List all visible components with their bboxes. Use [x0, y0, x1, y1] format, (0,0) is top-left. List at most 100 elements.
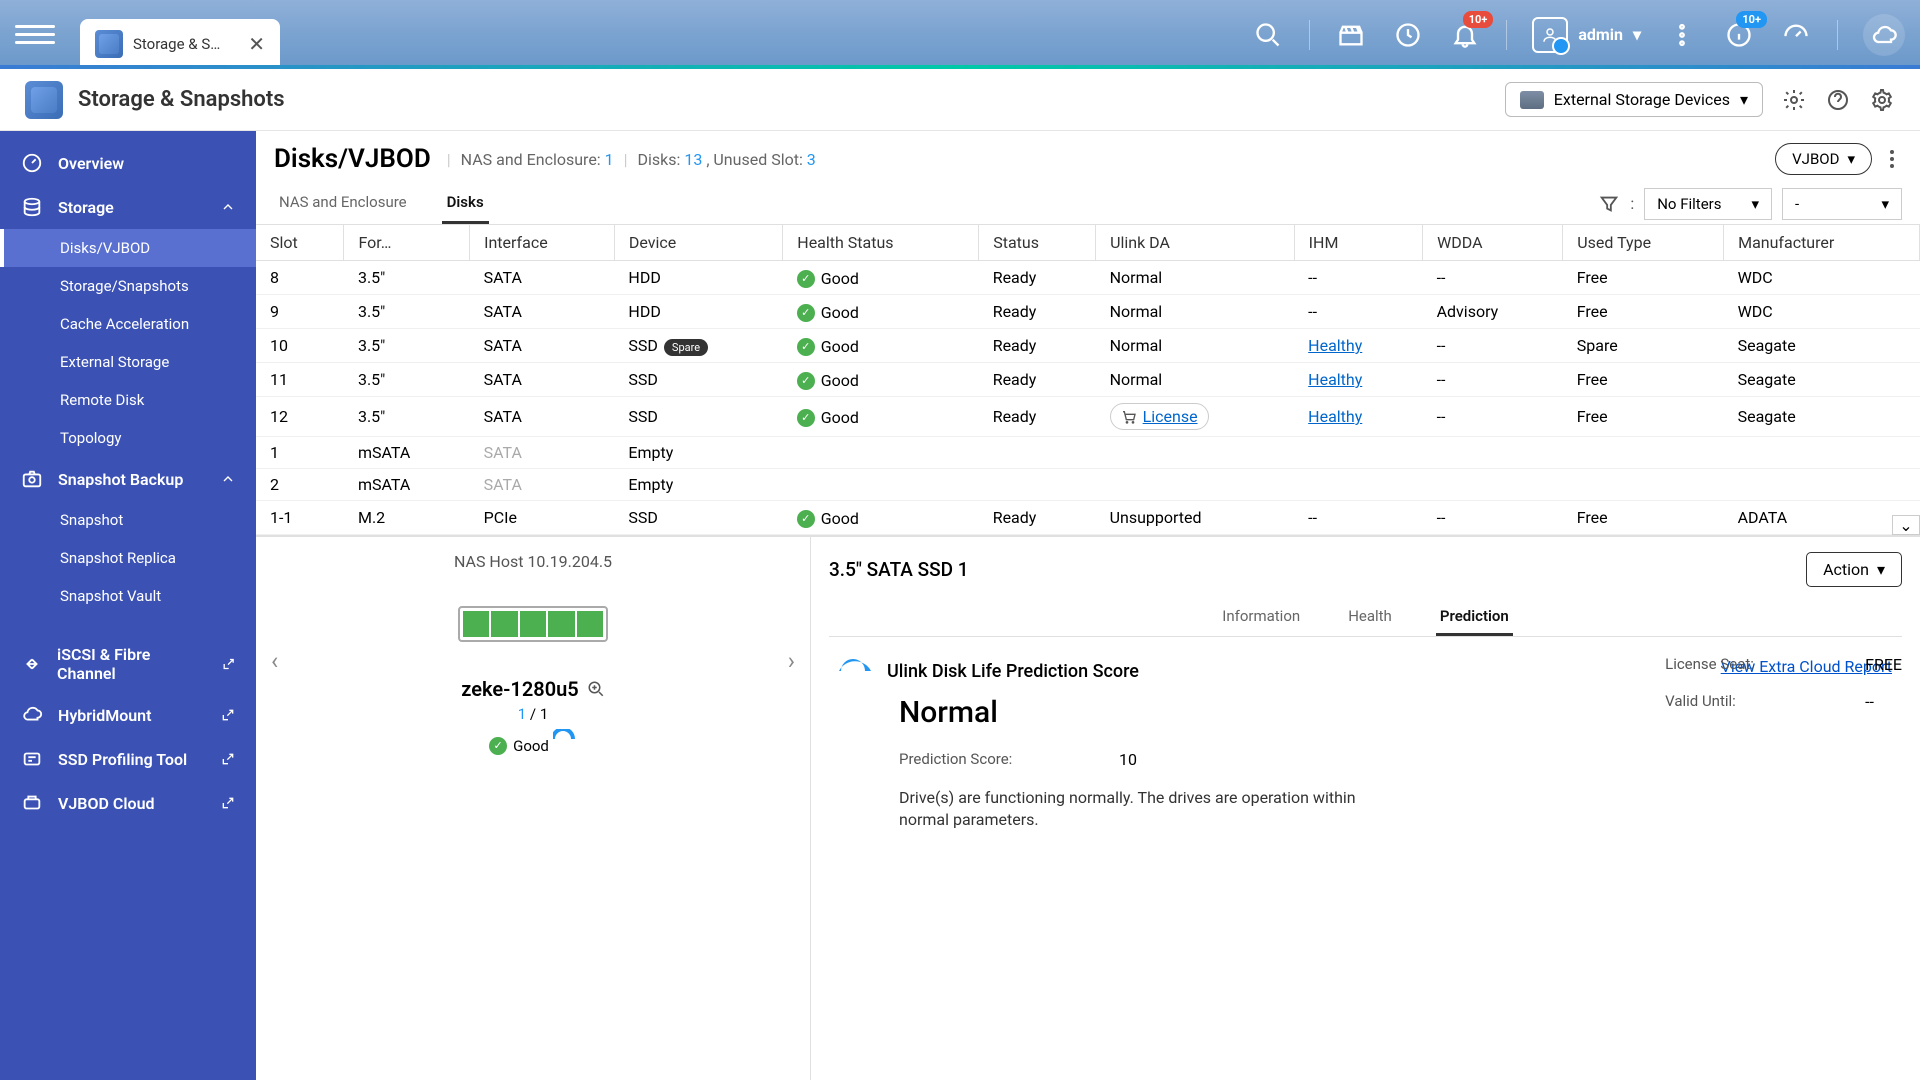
table-row[interactable]: 103.5"SATASSDSpare✓GoodReadyNormalHealth…	[256, 329, 1920, 363]
col-mfr[interactable]: Manufacturer	[1724, 225, 1920, 261]
refresh-icon[interactable]	[1392, 19, 1424, 51]
sidebar-item-remote-disk[interactable]: Remote Disk	[0, 381, 256, 419]
cloud-icon[interactable]	[1863, 14, 1905, 56]
sidebar-item-vjbod-cloud[interactable]: VJBOD Cloud	[0, 781, 256, 825]
license-seat-label: License Seat:	[1665, 655, 1825, 674]
ihm-link[interactable]: Healthy	[1308, 407, 1362, 426]
divider	[1309, 20, 1310, 50]
action-dropdown[interactable]: Action▾	[1806, 552, 1902, 587]
sidebar-item-external-storage[interactable]: External Storage	[0, 343, 256, 381]
vjbod-dropdown[interactable]: VJBOD▾	[1775, 143, 1872, 175]
ulink-logo-icon	[553, 729, 577, 749]
enclosure-count: 1 / 1	[271, 705, 795, 723]
col-ihm[interactable]: IHM	[1294, 225, 1422, 261]
app-header: Storage & Snapshots External Storage Dev…	[0, 69, 1920, 131]
table-row[interactable]: 1mSATASATAEmpty	[256, 437, 1920, 469]
disk-table-wrapper[interactable]: Slot For… Interface Device Health Status…	[256, 225, 1920, 535]
sidebar-item-snapshot-replica[interactable]: Snapshot Replica	[0, 539, 256, 577]
sidebar-item-snapshot[interactable]: Snapshot	[0, 501, 256, 539]
table-row[interactable]: 83.5"SATAHDD✓GoodReadyNormal----FreeWDC	[256, 261, 1920, 295]
table-row[interactable]: 1-2M.2PCIeEmpty	[256, 535, 1920, 536]
table-row[interactable]: 2mSATASATAEmpty	[256, 469, 1920, 501]
zoom-icon[interactable]	[587, 680, 605, 698]
tab-nas-enclosure[interactable]: NAS and Enclosure	[274, 183, 412, 224]
external-link-icon	[220, 707, 236, 723]
sidebar-item-iscsi[interactable]: iSCSI & Fibre Channel	[0, 635, 256, 693]
search-icon[interactable]	[1252, 19, 1284, 51]
col-format[interactable]: For…	[344, 225, 470, 261]
sidebar-item-topology[interactable]: Topology	[0, 419, 256, 457]
enclosure-graphic[interactable]	[458, 606, 608, 642]
app-title: Storage & Snapshots	[78, 87, 285, 112]
disk-table: Slot For… Interface Device Health Status…	[256, 225, 1920, 535]
col-health[interactable]: Health Status	[783, 225, 979, 261]
help-icon[interactable]	[1825, 87, 1851, 113]
sidebar-item-storage[interactable]: Storage	[0, 185, 256, 229]
user-menu[interactable]: admin ▾	[1532, 17, 1641, 53]
sidebar-item-overview[interactable]: Overview	[0, 141, 256, 185]
enclosure-name: zeke-1280u5	[461, 677, 604, 701]
enclosure-status: ✓Good	[489, 737, 549, 755]
table-row[interactable]: 93.5"SATAHDD✓GoodReadyNormal--AdvisoryFr…	[256, 295, 1920, 329]
external-storage-dropdown[interactable]: External Storage Devices ▾	[1505, 82, 1763, 117]
prediction-score-label: Prediction Score:	[899, 750, 1059, 769]
bell-icon[interactable]: 10+	[1449, 19, 1481, 51]
table-row[interactable]: 113.5"SATASSD✓GoodReadyNormalHealthy--Fr…	[256, 363, 1920, 397]
col-slot[interactable]: Slot	[256, 225, 344, 261]
ihm-link[interactable]: Healthy	[1308, 370, 1362, 389]
ihm-link[interactable]: Healthy	[1308, 336, 1362, 355]
chevron-up-icon	[220, 471, 236, 487]
sidebar-item-hybridmount[interactable]: HybridMount	[0, 693, 256, 737]
chevron-down-icon: ▾	[1740, 90, 1748, 109]
more-options-icon[interactable]	[1882, 149, 1902, 169]
col-ulinkda[interactable]: Ulink DA	[1096, 225, 1295, 261]
page-meta: | NAS and Enclosure: 1 | Disks: 13 , Unu…	[441, 150, 816, 169]
detail-tab-prediction[interactable]: Prediction	[1436, 599, 1513, 636]
system-topbar: Storage & S… ✕ 10+ admin ▾ 10+	[0, 0, 1920, 69]
chevron-down-icon: ▾	[1847, 150, 1855, 168]
settings-icon[interactable]	[1869, 87, 1895, 113]
sidebar-item-storage-snapshots[interactable]: Storage/Snapshots	[0, 267, 256, 305]
content-area: Disks/VJBOD | NAS and Enclosure: 1 | Dis…	[256, 131, 1920, 1080]
iscsi-icon	[20, 652, 43, 676]
filter-select-2[interactable]: -▾	[1782, 188, 1902, 220]
dashboard-icon[interactable]	[1780, 19, 1812, 51]
sidebar: Overview Storage Disks/VJBOD Storage/Sna…	[0, 131, 256, 1080]
detail-tab-information[interactable]: Information	[1218, 599, 1304, 636]
clapper-icon[interactable]	[1335, 19, 1367, 51]
prev-enclosure-icon[interactable]: ‹	[271, 647, 278, 675]
sidebar-item-snapshot-vault[interactable]: Snapshot Vault	[0, 577, 256, 615]
tools-icon[interactable]	[1781, 87, 1807, 113]
col-interface[interactable]: Interface	[470, 225, 615, 261]
sidebar-item-snapshot-backup[interactable]: Snapshot Backup	[0, 457, 256, 501]
sidebar-item-cache-accel[interactable]: Cache Acceleration	[0, 305, 256, 343]
filter-select[interactable]: No Filters▾	[1644, 188, 1772, 220]
more-icon[interactable]	[1666, 19, 1698, 51]
table-row[interactable]: 123.5"SATASSD✓GoodReadyLicenseHealthy--F…	[256, 397, 1920, 437]
filter-icon[interactable]	[1598, 193, 1620, 215]
next-enclosure-icon[interactable]: ›	[788, 647, 795, 675]
user-name: admin	[1578, 25, 1623, 44]
detail-tab-health[interactable]: Health	[1344, 599, 1396, 636]
col-usedtype[interactable]: Used Type	[1563, 225, 1724, 261]
valid-until-value: --	[1865, 692, 1874, 711]
col-device[interactable]: Device	[614, 225, 782, 261]
info-badge-icon[interactable]: 10+	[1723, 19, 1755, 51]
divider	[1837, 20, 1838, 50]
collapse-toggle-icon[interactable]: ⌄	[1892, 515, 1920, 535]
sidebar-item-ssd-profiling[interactable]: SSD Profiling Tool	[0, 737, 256, 781]
nas-host-label: NAS Host 10.19.204.5	[271, 552, 795, 571]
tab-disks[interactable]: Disks	[442, 183, 489, 224]
table-row[interactable]: 1-1M.2PCIeSSD✓GoodReadyUnsupported----Fr…	[256, 501, 1920, 535]
app-tab[interactable]: Storage & S… ✕	[80, 19, 280, 69]
col-status[interactable]: Status	[979, 225, 1096, 261]
close-icon[interactable]: ✕	[248, 32, 265, 56]
license-button[interactable]: License	[1110, 403, 1209, 430]
gauge-icon	[20, 151, 44, 175]
menu-button[interactable]	[15, 15, 55, 55]
info-badge: 10+	[1736, 11, 1767, 28]
col-wdda[interactable]: WDDA	[1423, 225, 1563, 261]
camera-icon	[20, 467, 44, 491]
ssd-icon	[20, 747, 44, 771]
sidebar-item-disks-vjbod[interactable]: Disks/VJBOD	[0, 229, 256, 267]
